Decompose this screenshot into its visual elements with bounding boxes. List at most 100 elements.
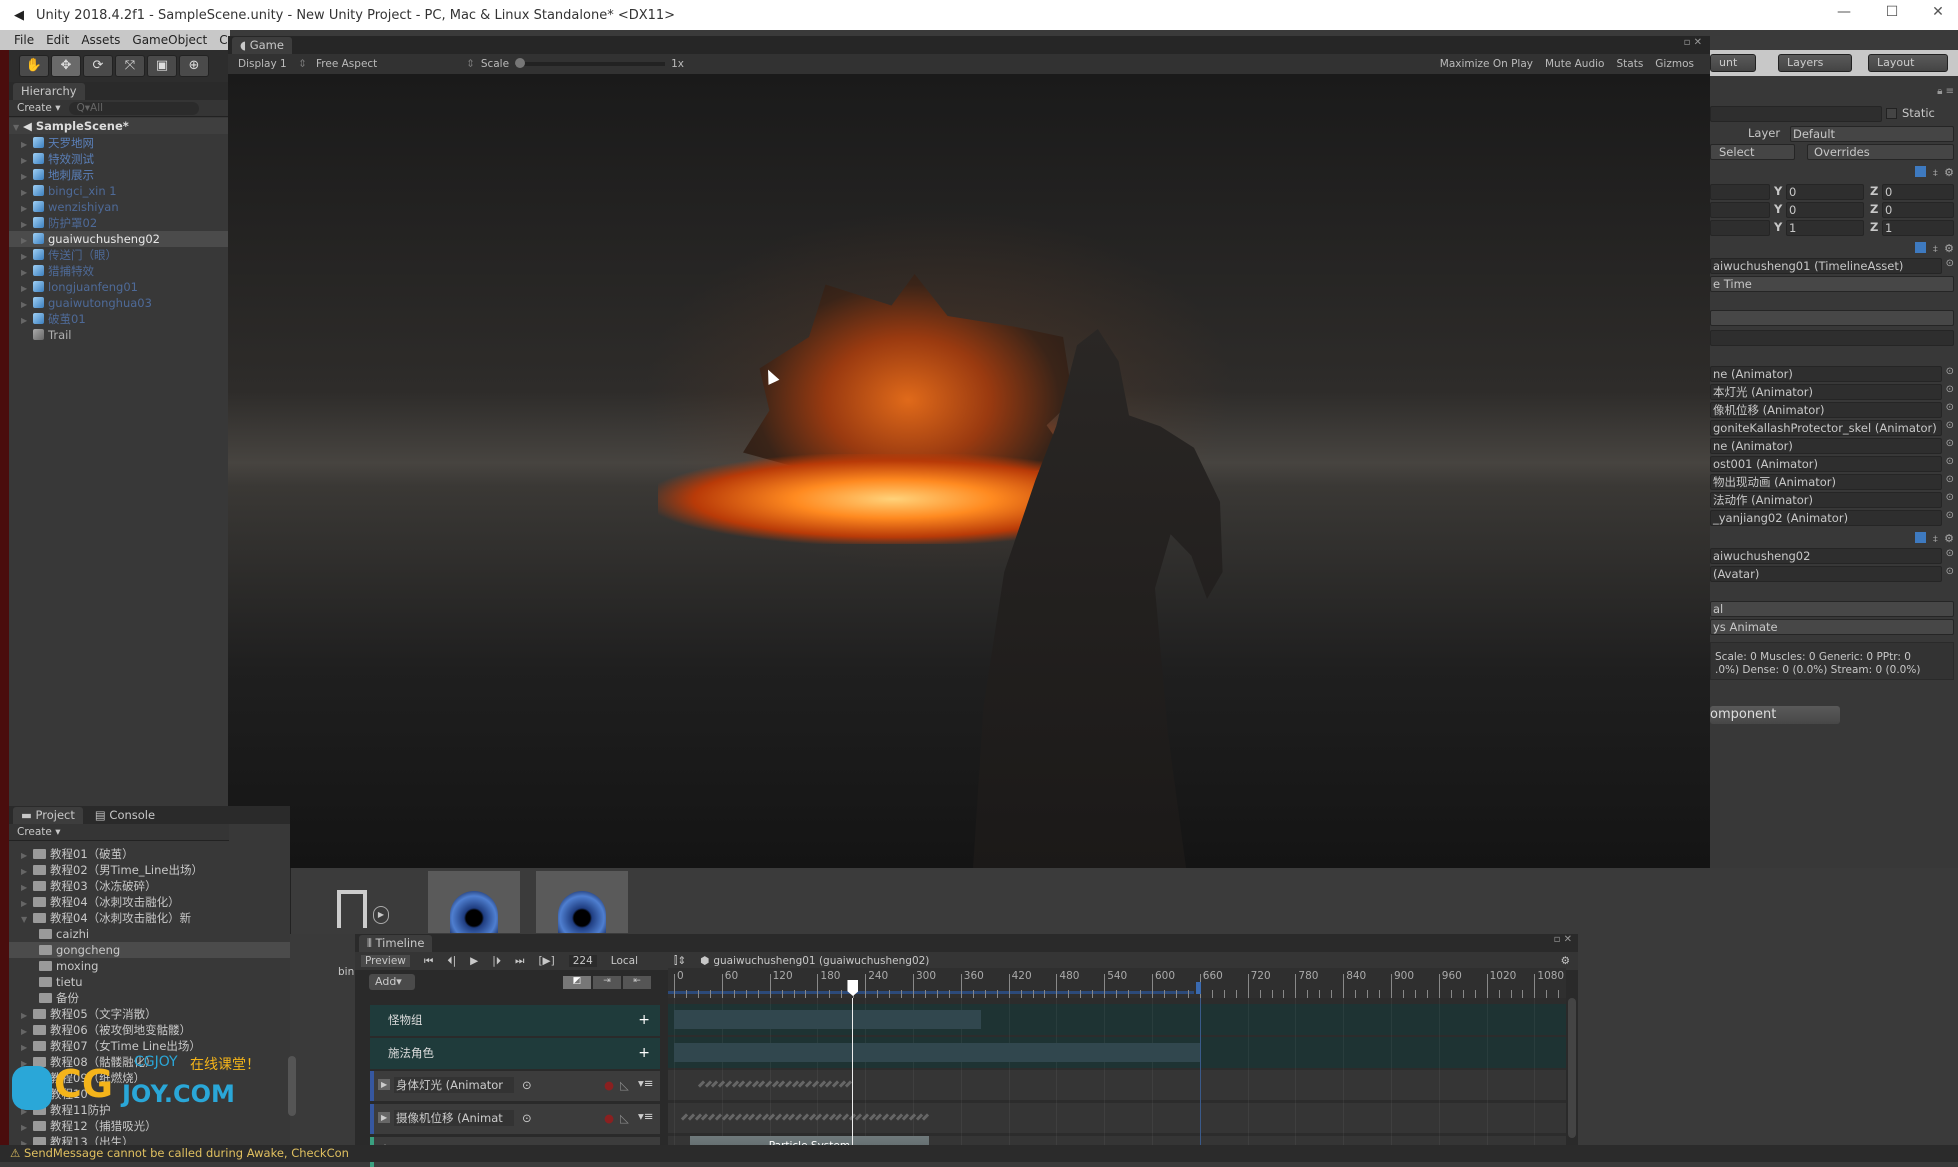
select-button[interactable]: Select	[1710, 144, 1795, 160]
object-picker-icon[interactable]: ⊙	[522, 1111, 532, 1125]
hierarchy-item[interactable]: ▶ wenzishiyan	[9, 199, 230, 215]
window-controls-icon[interactable]: ▫ ✕	[1554, 934, 1572, 945]
object-name-field[interactable]	[1710, 106, 1882, 122]
time-mode-dropdown[interactable]: Local	[611, 955, 638, 967]
animator-header-icons[interactable]: ⧧ ⚙	[1915, 532, 1954, 546]
gear-icon[interactable]: ⚙	[1944, 166, 1954, 180]
go-to-end-icon[interactable]: ⏭	[515, 955, 524, 968]
preview-toggle[interactable]: Preview	[361, 955, 410, 967]
object-picker-icon[interactable]: ⊙	[1946, 258, 1954, 269]
hierarchy-item[interactable]: ▶ bingci_xin 1	[9, 183, 230, 199]
help-icon[interactable]	[1915, 166, 1927, 177]
record-icon[interactable]: ●	[604, 1111, 614, 1125]
object-picker-icon[interactable]: ⊙	[1946, 474, 1954, 485]
expand-arrow-icon[interactable]: ▼	[13, 120, 23, 136]
project-folder[interactable]: moxing	[9, 958, 290, 974]
x-field[interactable]	[1710, 220, 1770, 236]
add-icon[interactable]: +	[638, 1038, 650, 1069]
play-icon[interactable]: ▶	[470, 955, 478, 967]
minimize-button[interactable]: —	[1824, 4, 1864, 26]
add-component-button[interactable]: omponent	[1710, 706, 1840, 724]
timeline-settings-icon[interactable]: ⚙	[1561, 955, 1570, 967]
project-folder[interactable]: ▶ 教程01（破茧）	[9, 846, 290, 862]
scale-slider[interactable]	[515, 58, 666, 68]
track-group-caster[interactable]: 施法角色 +	[370, 1038, 660, 1069]
account-dropdown[interactable]: unt	[1710, 54, 1756, 72]
project-folder[interactable]: ▶ 教程02（男Time_Line出场）	[9, 862, 290, 878]
prev-frame-icon[interactable]: ⏴|	[447, 955, 456, 968]
menu-gameobject[interactable]: GameObject	[132, 33, 207, 47]
y-field[interactable]: 0	[1786, 184, 1864, 200]
binding-field[interactable]: ost001 (Animator)	[1710, 456, 1942, 472]
update-mode-dropdown[interactable]: al	[1710, 601, 1954, 617]
preset-icon[interactable]: ⧧	[1932, 166, 1938, 180]
ripple-icon[interactable]: ⇥	[593, 976, 621, 989]
play-preview-icon[interactable]: ▶	[373, 906, 389, 924]
curve-icon[interactable]: ◺	[620, 1078, 629, 1092]
rect-tool-icon[interactable]: ▣	[147, 55, 177, 77]
hierarchy-item[interactable]: ▶ longjuanfeng01	[9, 279, 230, 295]
tab-timeline[interactable]: ⫴ Timeline	[359, 935, 433, 952]
add-icon[interactable]: +	[638, 1005, 650, 1036]
binding-field[interactable]: 物出现动画 (Animator)	[1710, 474, 1942, 490]
project-scrollbar[interactable]	[288, 1056, 296, 1116]
status-bar[interactable]: ⚠ SendMessage cannot be called during Aw…	[0, 1145, 1958, 1162]
object-picker-icon[interactable]: ⊙	[1946, 456, 1954, 467]
transform-header-icons[interactable]: ⧧ ⚙	[1915, 166, 1954, 180]
hierarchy-create-button[interactable]: Create ▾	[17, 102, 61, 114]
object-picker-icon[interactable]: ⊙	[1946, 438, 1954, 449]
track-group-monsters[interactable]: 怪物组 +	[370, 1005, 660, 1036]
maximize-button[interactable]: ☐	[1872, 4, 1912, 26]
preset-icon[interactable]: ⧧	[1932, 532, 1938, 546]
preset-icon[interactable]: ⧧	[1932, 242, 1938, 256]
hierarchy-item[interactable]: ▶ 地刺展示	[9, 167, 230, 183]
update-method-dropdown[interactable]: e Time	[1710, 276, 1954, 292]
project-folder[interactable]: ▶ 教程03（冰冻破碎）	[9, 878, 290, 894]
timeline-clip[interactable]	[674, 1010, 981, 1029]
static-checkbox[interactable]	[1886, 108, 1897, 119]
frame-field[interactable]: 224	[568, 955, 597, 967]
stats-toggle[interactable]: Stats	[1610, 58, 1649, 70]
project-folder[interactable]: ▶ 教程05（文字消散）	[9, 1006, 290, 1022]
track-view-icon[interactable]: ⫿⇕	[674, 955, 686, 968]
project-folder[interactable]: ▶ 教程07（女Time Line出场）	[9, 1038, 290, 1054]
z-field[interactable]: 1	[1882, 220, 1954, 236]
gear-icon[interactable]: ⚙	[1944, 532, 1954, 546]
play-range-icon[interactable]: [▶]	[538, 955, 554, 967]
timeline-clip[interactable]: Particle System	[689, 1136, 929, 1145]
avatar-field[interactable]: (Avatar)	[1710, 566, 1942, 582]
mute-audio-toggle[interactable]: Mute Audio	[1539, 58, 1610, 70]
window-controls-icon[interactable]: ▫ ✕	[1684, 37, 1702, 48]
lock-icon[interactable]: 🔒︎ ≡	[1937, 86, 1954, 97]
maximize-on-play-toggle[interactable]: Maximize On Play	[1434, 58, 1539, 70]
binding-field[interactable]: 像机位移 (Animator)	[1710, 402, 1942, 418]
hierarchy-search-input[interactable]: Q▾All	[68, 101, 199, 115]
wrap-mode-dropdown[interactable]	[1710, 310, 1954, 326]
binding-field[interactable]: 法动作 (Animator)	[1710, 492, 1942, 508]
mix-icon[interactable]: ⇤	[623, 976, 651, 989]
initial-time-field[interactable]	[1710, 330, 1954, 346]
hierarchy-item[interactable]: Trail	[9, 327, 230, 343]
layout-dropdown[interactable]: Layout	[1868, 54, 1948, 72]
menu-component[interactable]: C	[219, 33, 227, 47]
track-menu-icon[interactable]: ▾≡	[638, 1109, 653, 1123]
track-menu-icon[interactable]: ▾≡	[638, 1076, 653, 1090]
display-dropdown[interactable]: Display 1	[238, 58, 298, 70]
project-folder[interactable]: ▶ 教程06（被攻倒地变骷髅）	[9, 1022, 290, 1038]
culling-mode-dropdown[interactable]: ys Animate	[1710, 619, 1954, 635]
layer-dropdown[interactable]: Default	[1790, 126, 1954, 142]
time-ruler[interactable]: 0 60 120 180 240 300 360 420 480 540 600 660 720 780 8…	[668, 968, 1566, 998]
game-viewport[interactable]	[228, 74, 1710, 868]
animation-track[interactable]: ▶ 摄像机位移 (Animat ⊙ ● ◺ ▾≡	[370, 1104, 660, 1134]
binding-field[interactable]: 本灯光 (Animator)	[1710, 384, 1942, 400]
help-icon[interactable]	[1915, 532, 1927, 543]
hierarchy-item[interactable]: ▶ 猎捕特效	[9, 263, 230, 279]
aspect-dropdown[interactable]: Free Aspect	[316, 58, 466, 70]
playable-asset-field[interactable]: aiwuchusheng01 (TimelineAsset)	[1710, 258, 1942, 274]
timeline-clip[interactable]	[674, 1043, 1200, 1062]
menu-assets[interactable]: Assets	[81, 33, 120, 47]
scale-tool-icon[interactable]: ⤧	[115, 55, 145, 77]
menu-edit[interactable]: Edit	[46, 33, 69, 47]
tab-hierarchy[interactable]: Hierarchy	[13, 83, 85, 100]
help-icon[interactable]	[1915, 242, 1927, 253]
